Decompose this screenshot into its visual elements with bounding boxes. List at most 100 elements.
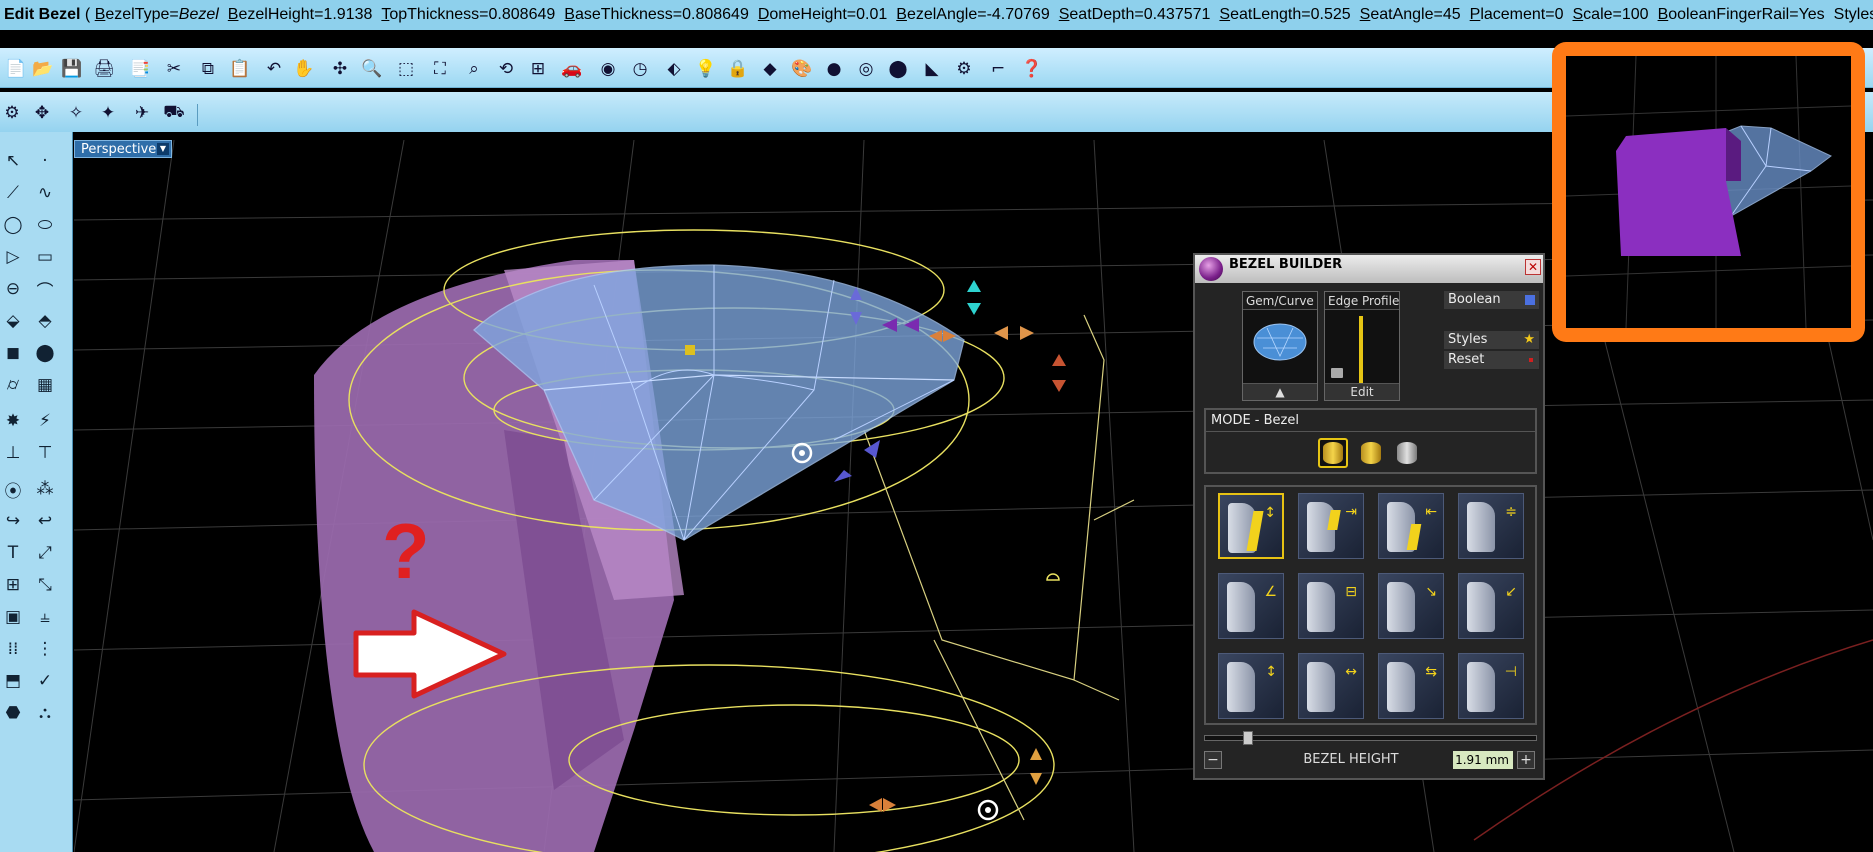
increment-button[interactable]: + (1517, 751, 1535, 769)
undo-view-icon[interactable]: ⟲ (494, 57, 518, 81)
decrement-button[interactable]: − (1204, 751, 1222, 769)
fillet-icon[interactable]: ↪ (0, 508, 26, 534)
zoom-extents-icon[interactable]: ⛶ (428, 57, 452, 81)
param-placement-tile[interactable]: ↕ (1218, 653, 1284, 719)
reset-button[interactable]: Reset (1444, 351, 1539, 369)
zoom-icon[interactable]: 🔍 (360, 57, 384, 81)
clock-icon[interactable]: ◷ (628, 57, 652, 81)
param-seat-length-tile[interactable]: ↘ (1378, 573, 1444, 639)
plane-view-2-icon[interactable]: ⛟ (162, 101, 186, 125)
edge-profile-edit-button[interactable]: Edit (1325, 383, 1399, 400)
light-bulb-icon[interactable]: 💡 (694, 57, 718, 81)
array-icon[interactable]: ⊞ (0, 572, 26, 598)
bezel-builder-titlebar[interactable]: BEZEL BUILDER ✕ (1195, 255, 1543, 283)
gem-array-icon[interactable]: ⋮ (32, 636, 58, 662)
mode-bezel-icon[interactable] (1318, 438, 1348, 468)
lightning-icon[interactable]: ⚡ (32, 408, 58, 434)
close-icon[interactable]: ✕ (1525, 259, 1541, 275)
styles-button[interactable]: Styles ★ (1444, 331, 1539, 349)
point-icon[interactable]: · (32, 148, 58, 174)
command-option[interactable]: DomeHeight=0.01 (758, 6, 887, 23)
lock-icon[interactable]: 🔒 (726, 57, 750, 81)
material-icon[interactable]: ◣ (920, 57, 944, 81)
new-file-icon[interactable]: 📄 (4, 57, 28, 81)
print-icon[interactable]: 🖨 (92, 57, 116, 81)
cylinder-icon[interactable]: ⌭ (0, 372, 26, 398)
text-icon[interactable]: T (0, 540, 26, 566)
select-arrow-icon[interactable]: ↖ (0, 148, 26, 174)
zoom-window-icon[interactable]: ⬚ (394, 57, 418, 81)
box-icon[interactable]: ◼ (0, 340, 26, 366)
color-wheel-icon[interactable]: 🎨 (790, 57, 814, 81)
scale-icon[interactable]: ⤢ (32, 540, 58, 566)
param-top-thickness-tile[interactable]: ⇥ (1298, 493, 1364, 559)
param-dome-height-tile[interactable]: ≑ (1458, 493, 1524, 559)
mesh-icon[interactable]: ▦ (32, 372, 58, 398)
param-bezel-height-tile[interactable]: ↕ (1218, 493, 1284, 559)
param-scale-tile[interactable]: ↔ (1298, 653, 1364, 719)
grid-array-icon[interactable]: ⁞⁞ (0, 636, 26, 662)
four-viewports-icon[interactable]: ⊞ (526, 57, 550, 81)
plane-view-icon[interactable]: ✈ (130, 101, 154, 125)
gem-curve-up-button[interactable]: ▲ (1243, 383, 1317, 400)
mode-tube-icon[interactable] (1356, 438, 1386, 468)
boolean-union-icon[interactable]: ⁂ (32, 476, 58, 502)
render-icon[interactable]: ⬣ (0, 700, 26, 726)
cplane-origin-icon[interactable]: ✥ (30, 101, 54, 125)
boolean-icon[interactable]: ⦿ (0, 476, 26, 502)
param-rail-height-tile[interactable]: ⊣ (1458, 653, 1524, 719)
extrude-icon[interactable]: ⬘ (32, 308, 58, 334)
osnap-icon[interactable]: ⌐ (986, 57, 1010, 81)
copy-icon[interactable]: ⧉ (196, 57, 220, 81)
star-plane-2-icon[interactable]: ✦ (96, 101, 120, 125)
command-option[interactable]: TopThickness=0.808649 (381, 6, 555, 23)
command-option[interactable]: SeatAngle=45 (1360, 6, 1461, 23)
command-option[interactable]: Placement=0 (1470, 6, 1564, 23)
move-icon[interactable]: ⤡ (32, 572, 58, 598)
open-folder-icon[interactable]: 📂 (31, 57, 55, 81)
split-icon[interactable]: ⊤ (32, 440, 58, 466)
zoom-selected-icon[interactable]: ⌕ (462, 57, 486, 81)
polyline-icon[interactable]: ⟋ (0, 180, 26, 206)
command-line[interactable]: Edit Bezel ( BezelType=Bezel BezelHeight=… (0, 0, 1873, 30)
set-cplane-icon[interactable]: ⚙ (0, 101, 24, 125)
param-bezel-angle-tile[interactable]: ∠ (1218, 573, 1284, 639)
named-views-icon[interactable]: 🚗 (560, 57, 584, 81)
param-finger-rail-tile[interactable]: ⇆ (1378, 653, 1444, 719)
explode-icon[interactable]: ✸ (0, 408, 26, 434)
blue-sphere-icon[interactable]: ⬤ (886, 57, 910, 81)
check-icon[interactable]: ✓ (32, 668, 58, 694)
arc-icon[interactable]: ⊖ (0, 276, 26, 302)
shaded-sphere-icon[interactable]: ● (822, 57, 846, 81)
command-option[interactable]: BooleanFingerRail=Yes (1658, 6, 1825, 23)
rotate-view-icon[interactable]: ✣ (328, 57, 352, 81)
curve-icon[interactable]: ∿ (32, 180, 58, 206)
circle-icon[interactable]: ◯ (0, 212, 26, 238)
options-gear-icon[interactable]: ⚙ (952, 57, 976, 81)
edge-profile-selector[interactable]: Edge Profile Edit (1324, 291, 1400, 401)
folder-icon[interactable] (1331, 368, 1343, 378)
gem-curve-selector[interactable]: Gem/Curve ▲ (1242, 291, 1318, 401)
render-sphere-icon[interactable]: ◎ (854, 57, 878, 81)
fillet-curve-icon[interactable]: ⌒ (32, 276, 58, 302)
param-base-thickness-tile[interactable]: ⇤ (1378, 493, 1444, 559)
chevron-down-icon[interactable]: ▼ (157, 143, 169, 155)
blend-icon[interactable]: ↩ (32, 508, 58, 534)
paint-icon[interactable]: ⛬ (32, 700, 58, 726)
save-icon[interactable]: 💾 (60, 57, 84, 81)
command-option[interactable]: BezelHeight=1.9138 (228, 6, 373, 23)
star-plane-icon[interactable]: ✧ (64, 101, 88, 125)
paste-icon[interactable]: 📋 (228, 57, 252, 81)
display-mode-icon[interactable]: ◉ (596, 57, 620, 81)
command-option[interactable]: Scale=100 (1573, 6, 1649, 23)
command-option[interactable]: BaseThickness=0.808649 (564, 6, 749, 23)
boolean-toggle[interactable]: Boolean (1444, 291, 1539, 309)
help-icon[interactable]: ❓ (1020, 57, 1044, 81)
slider-thumb[interactable] (1243, 731, 1253, 745)
select-icon[interactable]: ⬖ (662, 57, 686, 81)
layer-icon[interactable]: ◆ (758, 57, 782, 81)
polygon-icon[interactable]: ▷ (0, 244, 26, 270)
undo-icon[interactable]: ↶ (262, 57, 286, 81)
rectangle-icon[interactable]: ▭ (32, 244, 58, 270)
analyze-icon[interactable]: ⬒ (0, 668, 26, 694)
